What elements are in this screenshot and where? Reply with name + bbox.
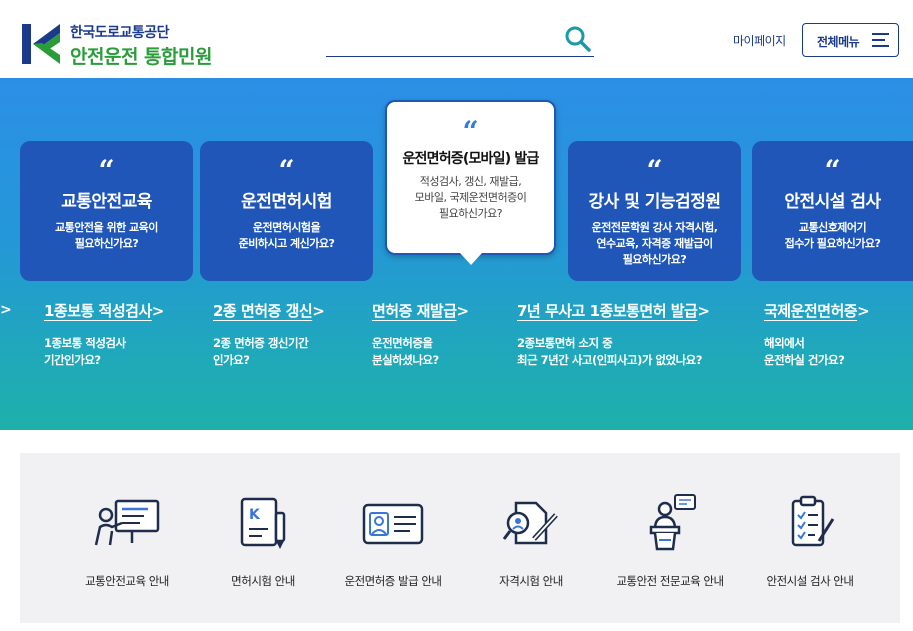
card-desc: 적성검사, 갱신, 재발급, 모바일, 국제운전면허증이 필요하신가요? [414,175,527,220]
card-driving-license-test[interactable]: “ 운전면허시험 운전면허시험을 준비하시고 계신가요? [200,141,373,281]
service-professional-education-guide[interactable]: 교통안전 전문교육 안내 [595,493,745,589]
card-title: 안전시설 검사 [784,192,881,212]
card-title: 운전면허증(모바일) 발급 [402,151,539,167]
service-traffic-education-guide[interactable]: 교통안전교육 안내 [52,493,202,589]
card-desc: 운전면허시험을 준비하시고 계신가요? [238,221,335,250]
card-desc: 교통안전을 위한 교육이 필요하신가요? [55,221,158,250]
license-document-pen-icon: K [240,497,286,549]
hamburger-icon [872,33,889,47]
sub-link-license-renewal[interactable]: 2종 면허증 갱신> 2종 면허증 갱신기간 인가요? [213,300,325,369]
search-input[interactable] [326,24,556,54]
sub-link-international-license[interactable]: 국제운전면허증> 해외에서 운전하실 건가요? [764,300,870,369]
teacher-board-icon [94,499,160,546]
sub-link-desc: 1종보통 적성검사 기간인가요? [44,336,126,367]
card-license-issuance-active[interactable]: “ 운전면허증(모바일) 발급 적성검사, 갱신, 재발급, 모바일, 국제운전… [385,100,556,265]
quote-icon: “ [824,154,841,187]
sub-link-aptitude-test[interactable]: 1종보통 적성검사> 1종보통 적성검사 기간인가요? [44,300,164,369]
search-bar [326,24,594,57]
sub-link-desc: 2종보통면허 소지 중 최근 7년간 사고(인피사고)가 없었나요? [517,336,702,367]
mypage-link[interactable]: 마이페이지 [733,32,786,49]
exam-search-pen-icon [502,501,558,545]
clipboard-checklist-icon [791,495,835,547]
service-license-test-guide[interactable]: K 면허시험 안내 [188,493,338,589]
hero-banner: “ 교통안전교육 교통안전을 위한 교육이 필요하신가요? “ 운전면허시험 운… [0,78,913,430]
service-safety-facility-inspection-guide[interactable]: 안전시설 검사 안내 [735,493,885,589]
lecturer-podium-icon [649,494,696,551]
service-qualification-exam-guide[interactable]: 자격시험 안내 [456,493,606,589]
sub-link-desc: 해외에서 운전하실 건가요? [764,336,845,367]
org-name: 한국도로교통공단 [70,25,170,41]
sub-link-title: 7년 무사고 1종보통면허 발급 [517,302,698,320]
site-logo[interactable]: 한국도로교통공단 안전운전 통합민원 [20,20,220,70]
sub-link-desc: 운전면허증을 분실하셨나요? [372,336,439,367]
site-title: 안전운전 통합민원 [70,46,212,68]
card-safety-facility-inspection[interactable]: “ 안전시설 검사 교통신호제어기 접수가 필요하신가요? [752,141,913,281]
service-label: 운전면허증 발급 안내 [344,574,442,588]
svg-text:K: K [249,507,261,523]
quote-icon: “ [462,115,479,148]
koroad-logo-icon [20,22,64,66]
quote-icon: “ [98,154,115,187]
service-label: 자격시험 안내 [499,574,563,588]
quote-icon: “ [278,154,295,187]
service-guide-panel: 교통안전교육 안내 K 면허시험 안내 운전면허증 발급 안내 자격시험 안내 … [20,453,900,623]
sub-link-desc: 2종 면허증 갱신기간 인가요? [213,336,309,367]
quote-icon: “ [646,154,663,187]
scroll-left-arrow[interactable]: > [0,302,12,318]
sub-link-title: 면허증 재발급 [372,302,457,320]
sub-link-7year-accident-free[interactable]: 7년 무사고 1종보통면허 발급> 2종보통면허 소지 중 최근 7년간 사고(… [517,300,710,369]
card-title: 교통안전교육 [61,192,152,212]
chevron-right-icon: > [151,302,165,320]
card-traffic-safety-education[interactable]: “ 교통안전교육 교통안전을 위한 교육이 필요하신가요? [20,141,193,281]
sub-link-title: 국제운전면허증 [764,302,858,320]
service-license-issue-guide[interactable]: 운전면허증 발급 안내 [318,493,468,589]
chevron-right-icon: > [857,302,870,320]
full-menu-label: 전체메뉴 [817,35,860,49]
id-card-icon [362,503,424,545]
sub-link-license-reissue[interactable]: 면허증 재발급> 운전면허증을 분실하셨나요? [372,300,469,369]
chevron-right-icon: > [697,302,710,320]
service-label: 교통안전교육 안내 [85,574,169,588]
card-desc: 운전전문학원 강사 자격시험, 연수교육, 자격증 재발급이 필요하신가요? [591,221,718,266]
card-title: 운전면허시험 [241,192,332,212]
chevron-right-icon: > [456,302,470,320]
service-label: 안전시설 검사 안내 [766,574,854,588]
search-icon[interactable] [564,25,592,53]
card-desc: 교통신호제어기 접수가 필요하신가요? [784,221,881,250]
sub-link-title: 2종 면허증 갱신 [213,302,313,320]
service-label: 면허시험 안내 [231,574,295,588]
chevron-right-icon: > [312,302,325,320]
service-label: 교통안전 전문교육 안내 [616,574,724,588]
site-header: 한국도로교통공단 안전운전 통합민원 마이페이지 전체메뉴 [0,0,913,78]
card-title: 강사 및 기능검정원 [588,192,721,212]
speech-tail [460,253,482,265]
full-menu-button[interactable]: 전체메뉴 [802,23,899,57]
card-instructor-examiner[interactable]: “ 강사 및 기능검정원 운전전문학원 강사 자격시험, 연수교육, 자격증 재… [568,141,741,281]
sub-link-title: 1종보통 적성검사 [44,302,152,320]
